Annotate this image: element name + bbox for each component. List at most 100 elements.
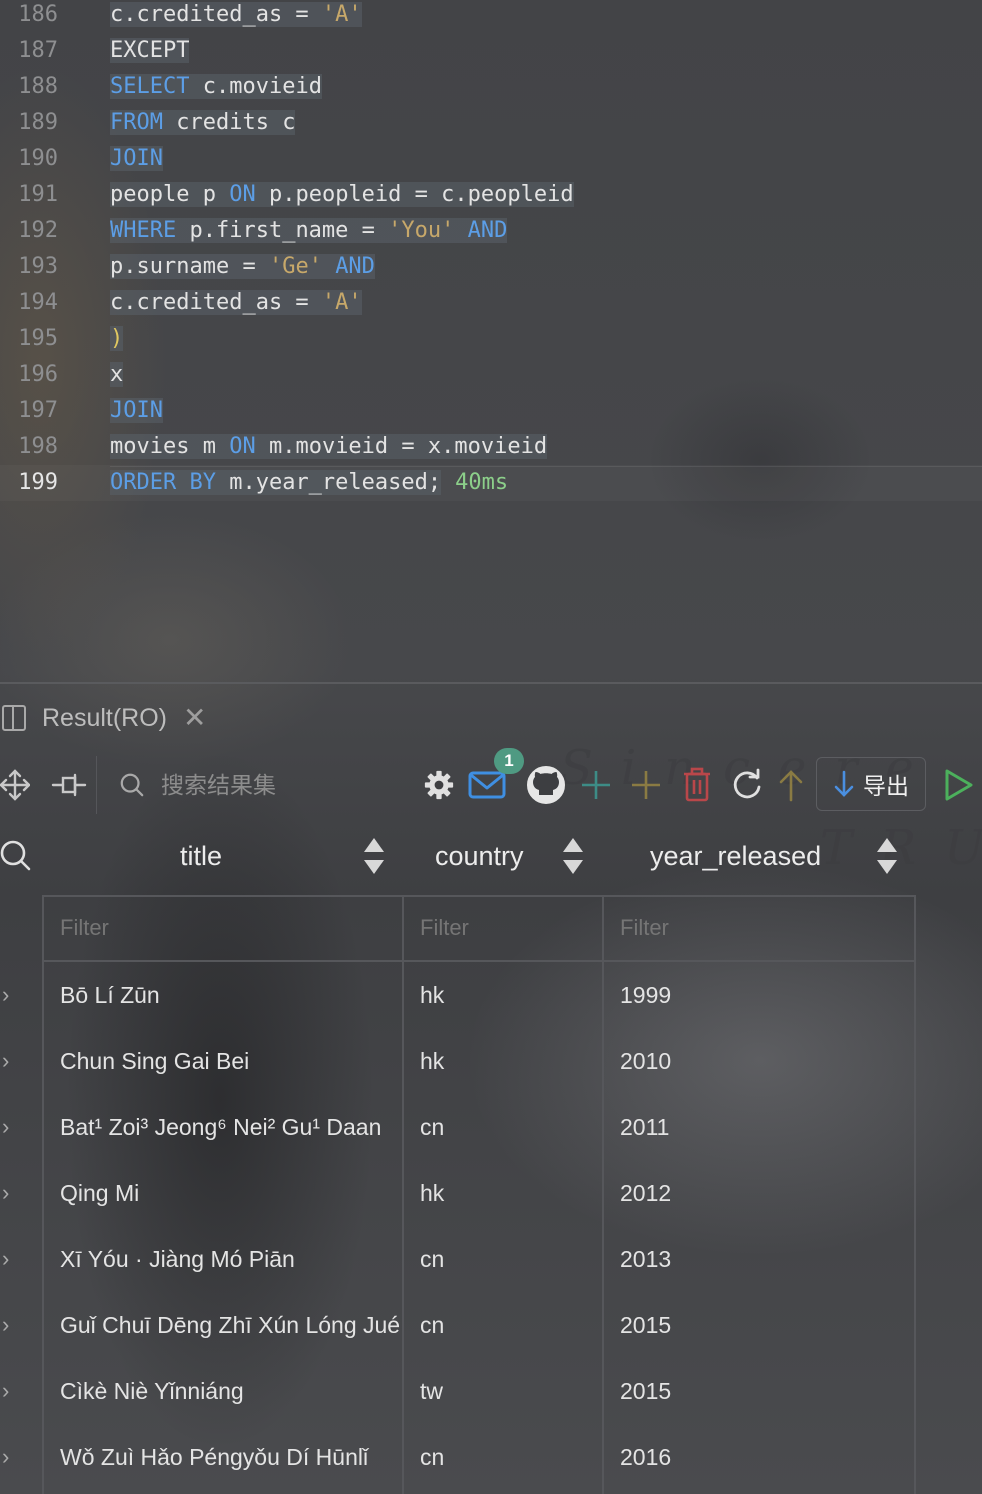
chevron-right-icon[interactable]: › — [2, 1028, 9, 1094]
line-number: 186 — [18, 2, 58, 27]
line-number: 188 — [18, 74, 58, 99]
chevron-right-icon[interactable]: › — [2, 1160, 9, 1226]
cell-title[interactable]: Xī Yóu · Jiàng Mó Piān — [60, 1226, 400, 1292]
code-line[interactable]: 190 JOIN — [0, 141, 982, 177]
table-row[interactable]: › Cìkè Niè Yǐnniáng tw 2015 — [0, 1358, 982, 1424]
cell-title[interactable]: Qing Mi — [60, 1160, 400, 1226]
sort-icon[interactable] — [363, 836, 385, 876]
code-token: x — [110, 362, 124, 387]
search-input[interactable] — [159, 770, 403, 800]
add-row-icon[interactable] — [630, 756, 662, 814]
column-search-icon[interactable] — [0, 840, 32, 872]
code-token: ON — [229, 434, 256, 459]
code-token: JOIN — [110, 146, 163, 171]
line-number: 193 — [18, 254, 58, 279]
code-line[interactable]: 198 movies m ON m.movieid = x.movieid — [0, 429, 982, 465]
sort-icon[interactable] — [876, 836, 898, 876]
chevron-right-icon[interactable]: › — [2, 1292, 9, 1358]
refresh-icon[interactable] — [730, 756, 764, 814]
sql-editor[interactable]: 186 c.credited_as = 'A' 187 EXCEPT 188 SELECT… — [0, 0, 982, 682]
code-line[interactable]: 189 FROM credits c — [0, 105, 982, 141]
table-row[interactable]: › Qing Mi hk 2012 — [0, 1160, 982, 1226]
cell-year-released[interactable]: 2012 — [620, 1160, 910, 1226]
code-line[interactable]: 188 SELECT c.movieid — [0, 69, 982, 105]
cell-title[interactable]: Chun Sing Gai Bei — [60, 1028, 400, 1094]
sort-icon[interactable] — [562, 836, 584, 876]
panel-divider[interactable] — [0, 682, 982, 684]
chevron-right-icon[interactable]: › — [2, 1226, 9, 1292]
cell-country[interactable]: hk — [420, 1160, 598, 1226]
filter-input-country[interactable] — [420, 896, 590, 960]
code-line[interactable]: 192 WHERE p.first_name = 'You' AND — [0, 213, 982, 249]
cell-year-released[interactable]: 2013 — [620, 1226, 910, 1292]
code-line[interactable]: 196 x — [0, 357, 982, 393]
add-icon-disabled[interactable] — [580, 756, 612, 814]
result-tab[interactable]: Result(RO) ✕ — [0, 698, 206, 738]
cell-country[interactable]: cn — [420, 1226, 598, 1292]
code-line[interactable]: 194 c.credited_as = 'A' — [0, 285, 982, 321]
cell-country[interactable]: hk — [420, 962, 598, 1028]
delete-row-icon[interactable] — [680, 756, 714, 814]
export-button[interactable]: 导出 — [816, 757, 926, 811]
table-row[interactable]: › Bō Lí Zūn hk 1999 — [0, 962, 982, 1028]
code-token: AND — [467, 218, 508, 243]
column-header-year-released[interactable]: year_released — [650, 828, 821, 884]
cell-year-released[interactable]: 2011 — [620, 1094, 910, 1160]
cell-country[interactable]: tw — [420, 1358, 598, 1424]
chevron-right-icon[interactable]: › — [2, 1094, 9, 1160]
code-line[interactable]: 186 c.credited_as = 'A' — [0, 0, 982, 33]
cell-country[interactable]: cn — [420, 1424, 598, 1490]
code-token: ON — [229, 182, 256, 207]
cell-year-released[interactable]: 2010 — [620, 1028, 910, 1094]
cell-country[interactable]: hk — [420, 1028, 598, 1094]
code-line[interactable]: 187 EXCEPT — [0, 33, 982, 69]
panel-layout-icon[interactable] — [2, 705, 26, 731]
cell-country[interactable]: cn — [420, 1094, 598, 1160]
pin-icon[interactable] — [50, 756, 88, 814]
github-icon[interactable] — [526, 756, 566, 814]
cell-title[interactable]: Guǐ Chuī Dēng Zhī Xún Lóng Jué — [60, 1292, 400, 1358]
result-tab-title[interactable]: Result(RO) — [42, 704, 167, 733]
chevron-right-icon[interactable]: › — [2, 962, 9, 1028]
cell-country[interactable]: cn — [420, 1292, 598, 1358]
chevron-right-icon[interactable]: › — [2, 1424, 9, 1490]
cell-title[interactable]: Cìkè Niè Yǐnniáng — [60, 1358, 400, 1424]
cell-year-released[interactable]: 2015 — [620, 1358, 910, 1424]
code-token: c.movieid — [189, 74, 322, 99]
column-header-title[interactable]: title — [180, 828, 222, 884]
cell-year-released[interactable]: 2016 — [620, 1424, 910, 1490]
code-text: ) — [110, 321, 124, 357]
filter-input-title[interactable] — [60, 896, 390, 960]
table-row[interactable]: › Guǐ Chuī Dēng Zhī Xún Lóng Jué cn 2015 — [0, 1292, 982, 1358]
code-text: x — [110, 357, 124, 393]
code-line[interactable]: 195) — [0, 321, 982, 357]
close-icon[interactable]: ✕ — [183, 704, 206, 732]
cell-year-released[interactable]: 1999 — [620, 962, 910, 1028]
table-row[interactable]: › Bat¹ Zoi³ Jeong⁶ Nei² Gu¹ Daan cn 2011 — [0, 1094, 982, 1160]
run-icon[interactable] — [942, 756, 976, 814]
code-text: JOIN — [110, 393, 163, 429]
code-line[interactable]: 193 p.surname = 'Ge' AND — [0, 249, 982, 285]
cell-year-released[interactable]: 2015 — [620, 1292, 910, 1358]
code-text: WHERE p.first_name = 'You' AND — [110, 213, 508, 249]
code-line[interactable]: 199 ORDER BY m.year_released; 40ms — [0, 465, 982, 501]
code-token: JOIN — [110, 398, 163, 423]
table-row[interactable]: › Xī Yóu · Jiàng Mó Piān cn 2013 — [0, 1226, 982, 1292]
chevron-right-icon[interactable]: › — [2, 1358, 9, 1424]
cell-title[interactable]: Wǒ Zuì Hǎo Péngyǒu Dí Hūnlǐ — [60, 1424, 400, 1490]
code-line[interactable]: 191 people p ON p.peopleid = c.peopleid — [0, 177, 982, 213]
move-icon[interactable] — [0, 756, 30, 814]
arrow-up-icon[interactable] — [776, 756, 806, 814]
gear-icon[interactable] — [424, 756, 454, 814]
table-row[interactable]: › Wǒ Zuì Hǎo Péngyǒu Dí Hūnlǐ cn 2016 — [0, 1424, 982, 1490]
code-line[interactable]: 197 JOIN — [0, 393, 982, 429]
column-header-country[interactable]: country — [435, 828, 524, 884]
code-token: AND — [335, 254, 375, 279]
grid-header: title country year_released — [0, 828, 982, 884]
filter-input-year-released[interactable] — [620, 896, 900, 960]
table-row[interactable]: › Chun Sing Gai Bei hk 2010 — [0, 1028, 982, 1094]
cell-title[interactable]: Bat¹ Zoi³ Jeong⁶ Nei² Gu¹ Daan — [60, 1094, 400, 1160]
code-token: people p — [110, 182, 230, 207]
cell-title[interactable]: Bō Lí Zūn — [60, 962, 400, 1028]
